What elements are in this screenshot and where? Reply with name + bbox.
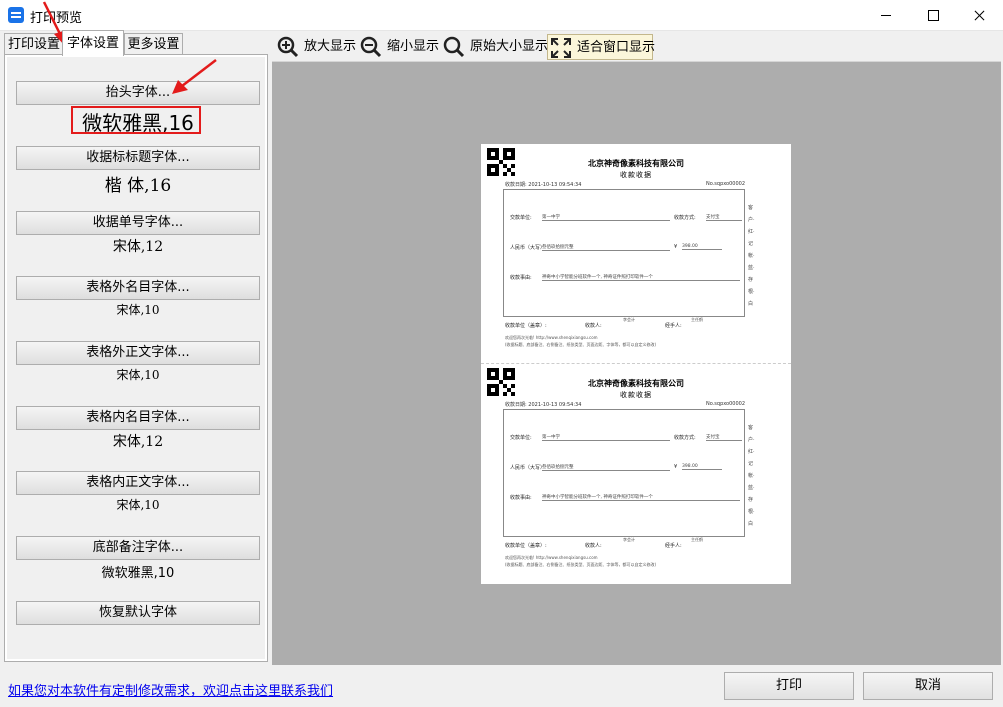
- highlight-box: [71, 106, 201, 134]
- title-font-value: 楷 体,16: [104, 176, 172, 196]
- print-preview-area: 北京神奇像素科技有限公司 收款收据 收款日期: 2021-10-13 09:54…: [272, 62, 1001, 665]
- receipt-date: 收款日期: 2021-10-13 09:54:34: [505, 182, 582, 188]
- receiver-label: 收款人:: [585, 323, 602, 329]
- payer-label: 交款单位:: [510, 435, 532, 441]
- rmb-value: 叁佰玖拾捌元整: [542, 464, 670, 471]
- receipt-date: 收款日期: 2021-10-13 09:54:34: [505, 402, 582, 408]
- fit-window-button[interactable]: 适合窗口显示: [547, 34, 656, 60]
- fit-window-icon: [551, 38, 571, 58]
- receipt-note-1: 欢迎您再次光临! http://www.shenqixiangsu.com: [505, 555, 598, 560]
- receipt-note-1: 欢迎您再次光临! http://www.shenqixiangsu.com: [505, 335, 598, 340]
- zoom-in-label: 放大显示: [304, 39, 357, 54]
- inner-text-font-value: 宋体,10: [116, 498, 160, 512]
- receipt-copy: 北京神奇像素科技有限公司 收款收据 收款日期: 2021-10-13 09:54…: [481, 364, 791, 580]
- reason-value: 神奇中小学智能分班软件一个, 神奇证件照打印软件一个: [542, 274, 740, 281]
- window-title: 打印预览: [30, 11, 83, 26]
- payer-label: 交款单位:: [510, 215, 532, 221]
- zoom-out-button[interactable]: 缩小显示: [360, 34, 440, 60]
- method-value: 支付宝: [706, 214, 742, 221]
- accountant: 李会计: [623, 317, 635, 322]
- title-bar: 打印预览: [0, 0, 1003, 31]
- preview-toolbar: 放大显示 缩小显示 原始大小显示 适合窗口显示: [272, 31, 1001, 62]
- amount-value: 398.00: [682, 244, 722, 250]
- receipt-table: 交款单位: 第一中学 收款方式: 支付宝 人民币（大写） 叁佰玖拾捌元整 ¥ 3…: [503, 409, 745, 537]
- minimize-button[interactable]: [863, 0, 909, 30]
- restore-default-font-button[interactable]: 恢复默认字体: [16, 601, 260, 625]
- receipt-side-note: 客户·红·记帐·蓝·存根·白: [748, 205, 755, 307]
- number-font-button[interactable]: 收据单号字体...: [16, 211, 260, 235]
- contact-link[interactable]: 如果您对本软件有定制修改需求，欢迎点击这里联系我们: [8, 680, 333, 699]
- tab-more-settings[interactable]: 更多设置: [124, 33, 183, 55]
- rmb-label: 人民币（大写）: [510, 245, 546, 251]
- zoom-out-icon: [360, 36, 382, 58]
- preview-paper: 北京神奇像素科技有限公司 收款收据 收款日期: 2021-10-13 09:54…: [481, 144, 791, 584]
- payer-value: 第一中学: [542, 214, 670, 221]
- receipt-side-note: 客户·红·记帐·蓝·存根·白: [748, 425, 755, 527]
- actual-size-label: 原始大小显示: [470, 39, 549, 54]
- zoom-out-label: 缩小显示: [387, 39, 440, 54]
- zoom-in-icon: [277, 36, 299, 58]
- unit-seal-label: 收款单位（盖章）:: [505, 323, 547, 329]
- receipt-note-2: (收据标题、底部备注、右侧备注、纸张类型、页面边距、字体等，都可以自定义修改): [505, 562, 657, 567]
- tab-font-settings[interactable]: 字体设置: [62, 30, 124, 56]
- inner-text-font-button[interactable]: 表格内正文字体...: [16, 471, 260, 495]
- receipt-copy: 北京神奇像素科技有限公司 收款收据 收款日期: 2021-10-13 09:54…: [481, 144, 791, 360]
- receipt-number: No.sqpxo00002: [706, 181, 746, 187]
- print-button[interactable]: 打印: [724, 672, 854, 700]
- tab-print-settings[interactable]: 打印设置: [4, 33, 64, 55]
- amount-symbol: ¥: [674, 244, 678, 250]
- receipt-title: 收款收据: [620, 171, 652, 179]
- actual-size-button[interactable]: 原始大小显示: [443, 34, 548, 60]
- handler-label: 经手人:: [665, 323, 682, 329]
- receipt-number: No.sqpxo00002: [706, 401, 746, 407]
- method-label: 收款方式:: [674, 215, 696, 221]
- close-button[interactable]: [956, 0, 1002, 30]
- director: 主任鹤: [691, 537, 703, 542]
- method-value: 支付宝: [706, 434, 742, 441]
- rmb-value: 叁佰玖拾捌元整: [542, 244, 670, 251]
- receipt-company: 北京神奇像素科技有限公司: [588, 159, 684, 168]
- inner-label-font-value: 宋体,12: [112, 434, 164, 450]
- receipt-table: 交款单位: 第一中学 收款方式: 支付宝 人民币（大写） 叁佰玖拾捌元整 ¥ 3…: [503, 189, 745, 317]
- maximize-button[interactable]: [910, 0, 956, 30]
- reason-label: 收款事由:: [510, 275, 532, 281]
- payer-value: 第一中学: [542, 434, 670, 441]
- footer-note-font-value: 微软雅黑,10: [101, 566, 175, 581]
- header-font-button[interactable]: 抬头字体...: [16, 81, 260, 105]
- accountant: 李会计: [623, 537, 635, 542]
- director: 主任鹤: [691, 317, 703, 322]
- receipt-company: 北京神奇像素科技有限公司: [588, 379, 684, 388]
- outer-text-font-button[interactable]: 表格外正文字体...: [16, 341, 260, 365]
- magnifier-icon: [443, 36, 465, 58]
- inner-label-font-button[interactable]: 表格内名目字体...: [16, 406, 260, 430]
- reason-value: 神奇中小学智能分班软件一个, 神奇证件照打印软件一个: [542, 494, 740, 501]
- receiver-label: 收款人:: [585, 543, 602, 549]
- outer-text-font-value: 宋体,10: [116, 368, 160, 382]
- handler-label: 经手人:: [665, 543, 682, 549]
- receipt-title: 收款收据: [620, 391, 652, 399]
- rmb-label: 人民币（大写）: [510, 465, 546, 471]
- fit-window-label: 适合窗口显示: [577, 40, 656, 55]
- cancel-button[interactable]: 取消: [863, 672, 993, 700]
- reason-label: 收款事由:: [510, 495, 532, 501]
- zoom-in-button[interactable]: 放大显示: [277, 34, 357, 60]
- outer-label-font-value: 宋体,10: [116, 303, 160, 317]
- number-font-value: 宋体,12: [112, 239, 164, 255]
- outer-label-font-button[interactable]: 表格外名目字体...: [16, 276, 260, 300]
- receipt-note-2: (收据标题、底部备注、右侧备注、纸张类型、页面边距、字体等，都可以自定义修改): [505, 342, 657, 347]
- unit-seal-label: 收款单位（盖章）:: [505, 543, 547, 549]
- font-settings-panel: 抬头字体... 微软雅黑,16 收据标标题字体... 楷 体,16 收据单号字体…: [4, 54, 268, 662]
- title-font-button[interactable]: 收据标标题字体...: [16, 146, 260, 170]
- amount-value: 398.00: [682, 464, 722, 470]
- app-icon: [8, 7, 24, 23]
- amount-symbol: ¥: [674, 464, 678, 470]
- method-label: 收款方式:: [674, 435, 696, 441]
- footer-note-font-button[interactable]: 底部备注字体...: [16, 536, 260, 560]
